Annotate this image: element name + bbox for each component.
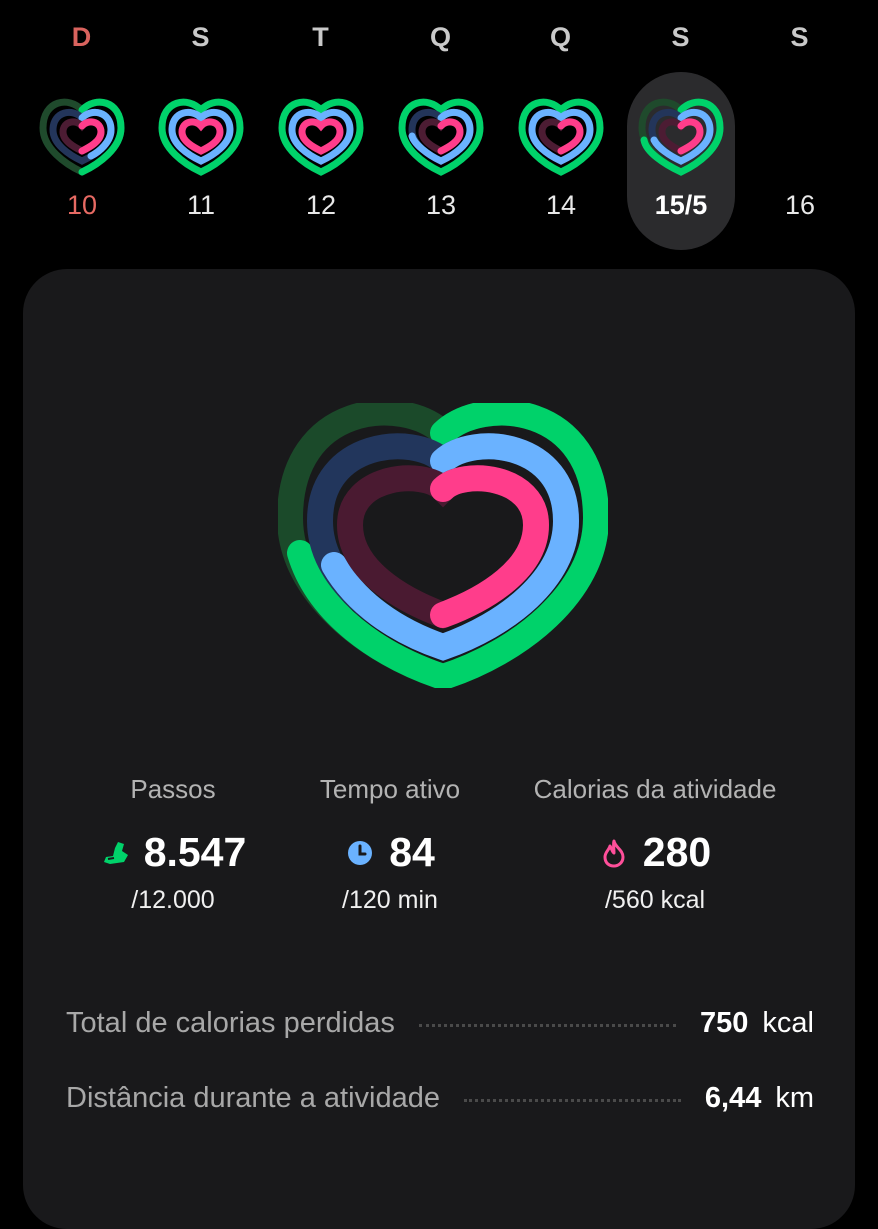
day-fri-15-selected[interactable]: S 15/5 bbox=[626, 0, 736, 260]
total-calories-value: 750 bbox=[700, 1006, 749, 1039]
clock-icon bbox=[345, 838, 375, 868]
active-time-goal: /120 min bbox=[342, 886, 438, 914]
steps-value: 8.547 bbox=[143, 829, 247, 875]
activity-summary-card: Passos 8.547 /12.000 Tempo ativo 84 /120… bbox=[23, 269, 855, 1229]
activity-distance-row[interactable]: Distância durante a atividade 6,44 km bbox=[66, 1078, 814, 1118]
day-sun-10[interactable]: D 10 bbox=[27, 0, 137, 260]
weekday-letter: S bbox=[191, 22, 211, 52]
day-number: 16 bbox=[784, 190, 816, 220]
mini-activity-heart bbox=[398, 98, 484, 176]
activity-calories-stat[interactable]: Calorias da atividade 280 /560 kcal bbox=[520, 774, 790, 915]
mini-activity-heart bbox=[638, 98, 724, 176]
activity-distance-unit: km bbox=[775, 1081, 814, 1114]
weekday-letter: Q bbox=[429, 22, 452, 52]
day-number: 11 bbox=[186, 190, 216, 220]
dotted-leader bbox=[418, 1023, 677, 1027]
day-wed-13[interactable]: Q 13 bbox=[386, 0, 496, 260]
week-strip: D 10 S 11 T 12 Q 13 Q 14 S 15/5 S 16 bbox=[0, 0, 878, 260]
weekday-letter: D bbox=[71, 22, 93, 52]
mini-activity-heart bbox=[518, 98, 604, 176]
flame-icon bbox=[599, 838, 629, 868]
activity-rings-heart bbox=[278, 403, 608, 688]
day-sat-16[interactable]: S 16 bbox=[745, 0, 855, 260]
day-number: 12 bbox=[305, 190, 337, 220]
activity-distance-label: Distância durante a atividade bbox=[66, 1081, 441, 1114]
activity-distance-value: 6,44 bbox=[704, 1081, 762, 1114]
steps-stat[interactable]: Passos 8.547 /12.000 bbox=[78, 774, 268, 915]
mini-activity-heart bbox=[278, 98, 364, 176]
activity-calories-goal: /560 kcal bbox=[604, 886, 706, 914]
day-thu-14[interactable]: Q 14 bbox=[506, 0, 616, 260]
day-tue-12[interactable]: T 12 bbox=[266, 0, 376, 260]
active-time-label: Tempo ativo bbox=[319, 774, 461, 804]
active-time-value: 84 bbox=[389, 829, 435, 875]
day-number: 10 bbox=[66, 190, 98, 220]
activity-calories-value: 280 bbox=[642, 829, 712, 875]
day-number: 13 bbox=[425, 190, 457, 220]
dotted-leader bbox=[464, 1098, 681, 1102]
steps-label: Passos bbox=[130, 774, 216, 804]
day-mon-11[interactable]: S 11 bbox=[146, 0, 256, 260]
weekday-letter: Q bbox=[549, 22, 572, 52]
active-time-stat[interactable]: Tempo ativo 84 /120 min bbox=[300, 774, 480, 915]
day-number: 14 bbox=[545, 190, 577, 220]
weekday-letter: S bbox=[671, 22, 691, 52]
steps-goal: /12.000 bbox=[131, 886, 215, 914]
total-calories-row[interactable]: Total de calorias perdidas 750 kcal bbox=[66, 1003, 814, 1043]
weekday-letter: S bbox=[790, 22, 810, 52]
mini-activity-heart bbox=[158, 98, 244, 176]
mini-activity-heart bbox=[39, 98, 125, 176]
total-calories-unit: kcal bbox=[762, 1006, 814, 1039]
weekday-letter: T bbox=[312, 22, 330, 52]
total-calories-label: Total de calorias perdidas bbox=[66, 1006, 395, 1039]
activity-calories-label: Calorias da atividade bbox=[533, 774, 777, 804]
day-number: 15/5 bbox=[654, 190, 708, 220]
shoe-icon bbox=[100, 838, 130, 868]
